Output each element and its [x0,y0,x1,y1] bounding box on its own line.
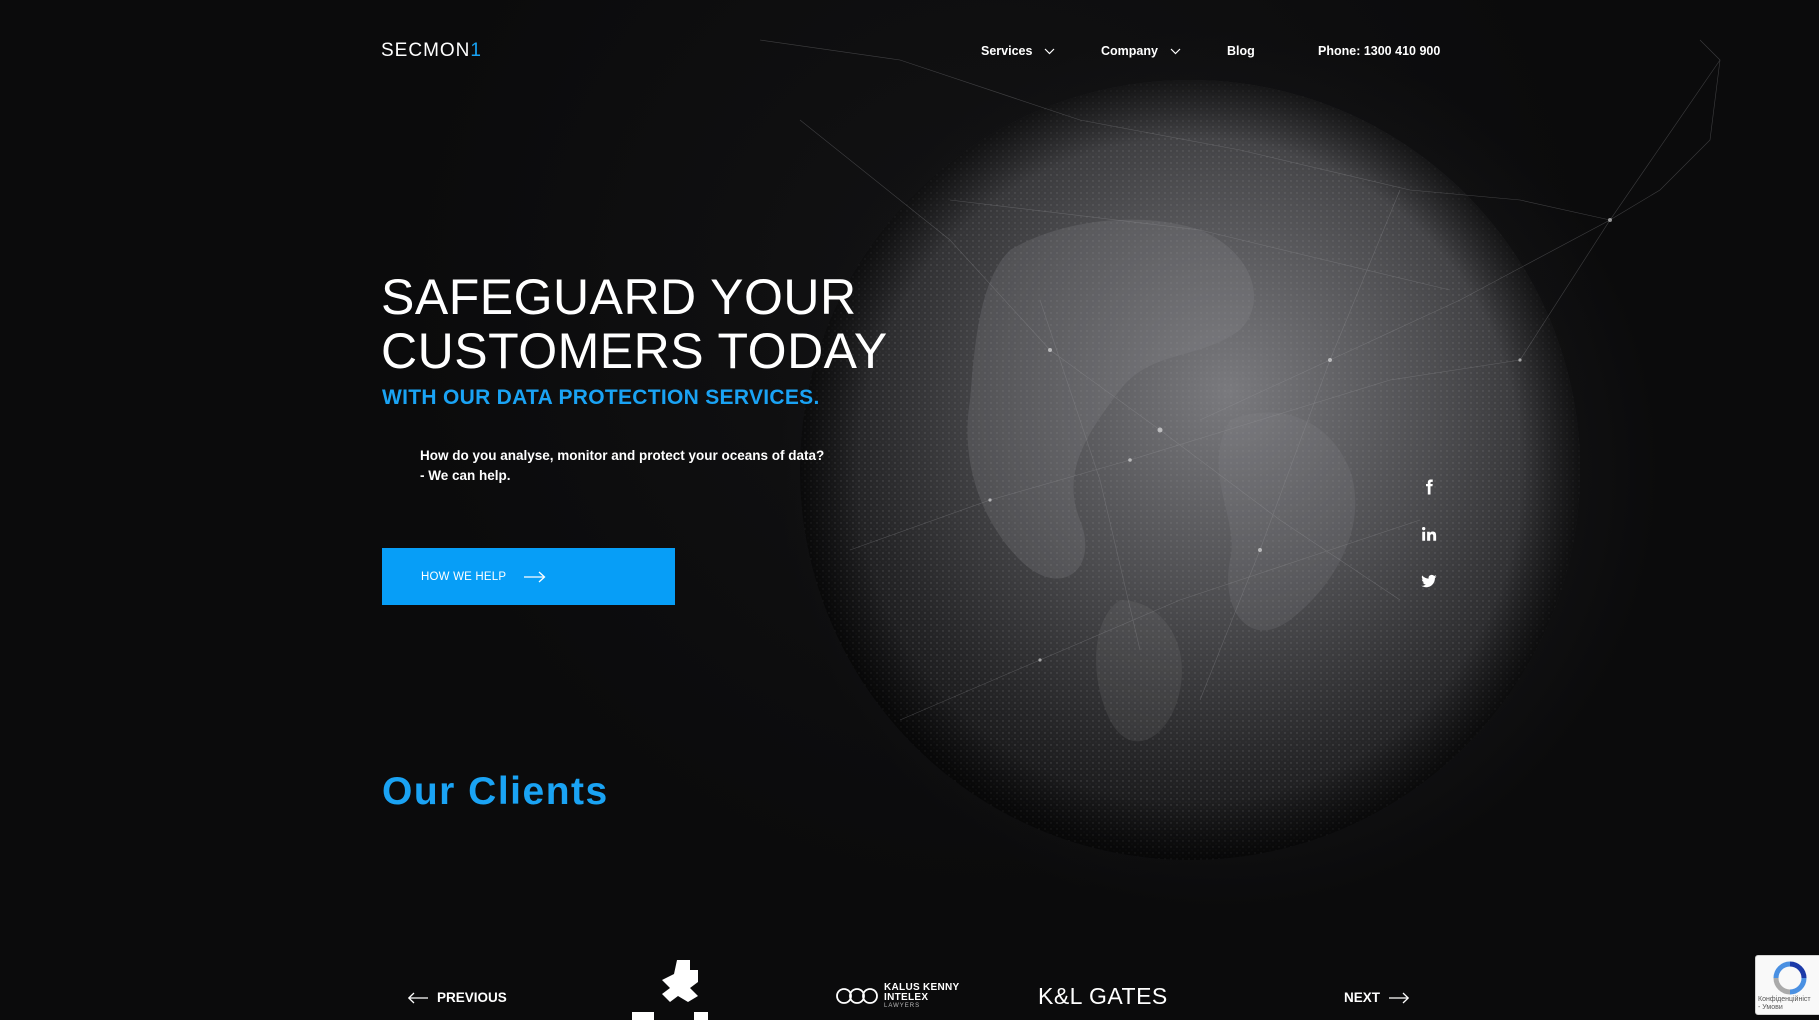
chevron-down-icon [1170,48,1181,54]
phone-link[interactable]: Phone: 1300 410 900 [1318,44,1440,58]
hero-title: SAFEGUARD YOUR CUSTOMERS TODAY [381,270,888,378]
logo[interactable]: SECMON1 [381,40,482,62]
logo-suffix: 1 [470,40,482,61]
recaptcha-text: Конфіденційніст - Умови [1758,996,1811,1012]
how-we-help-label: HOW WE HELP [421,570,507,583]
chevron-down-icon [1045,48,1055,54]
kalus-line-2: INTELEX [884,992,929,1003]
client-logo-mark [632,960,708,1020]
nav-company-label: Company [1101,44,1158,58]
arrow-left-icon [408,992,428,1003]
rings-icon [836,988,878,1004]
linkedin-link[interactable] [1416,521,1442,547]
hero-description-line-2: - We can help. [420,468,511,483]
kl-gates-logo: K&L GATES [1038,983,1168,1009]
clients-title: Our Clients [382,770,609,813]
nav-blog-label: Blog [1227,44,1255,58]
next-label: NEXT [1344,990,1381,1005]
arrow-right-icon [524,571,546,582]
nav-services-label: Services [981,44,1033,58]
logo-text: SECMON [381,40,471,61]
nav-blog[interactable]: Blog [1227,44,1255,58]
hero-title-line-1: SAFEGUARD YOUR [381,269,857,325]
hero-description-line-1: How do you analyse, monitor and protect … [420,448,825,463]
nav-services[interactable]: Services [981,44,1055,58]
nav-company[interactable]: Company [1101,44,1181,58]
kalus-kenny-intelex-logo: KALUS KENNY INTELEX LAWYERS [836,983,960,1009]
globe-illustration [759,39,1721,860]
client-logo-1 [632,956,722,1020]
hero-description: How do you analyse, monitor and protect … [420,446,824,486]
twitter-icon [1421,574,1437,588]
globe-shade [800,80,1580,860]
facebook-icon [1426,479,1433,495]
kalus-line-3: LAWYERS [884,1003,921,1009]
recaptcha-text-line-1: Конфіденційніст [1758,996,1811,1003]
arrow-right-icon [1389,992,1410,1003]
previous-button[interactable]: PREVIOUS [408,990,507,1005]
phone-number: Phone: 1300 410 900 [1318,44,1441,58]
twitter-link[interactable] [1416,568,1442,594]
how-we-help-button[interactable]: HOW WE HELP [382,548,675,605]
hero-subtitle: WITH OUR DATA PROTECTION SERVICES. [382,386,820,409]
recaptcha-icon [1773,961,1807,995]
facebook-link[interactable] [1416,474,1442,500]
hero-title-line-2: CUSTOMERS TODAY [381,323,888,379]
next-button[interactable]: NEXT [1344,990,1410,1005]
recaptcha-badge[interactable]: Конфіденційніст - Умови [1755,955,1819,1015]
recaptcha-text-line-2: - Умови [1758,1004,1783,1011]
linkedin-icon [1422,527,1437,541]
previous-label: PREVIOUS [437,990,507,1005]
